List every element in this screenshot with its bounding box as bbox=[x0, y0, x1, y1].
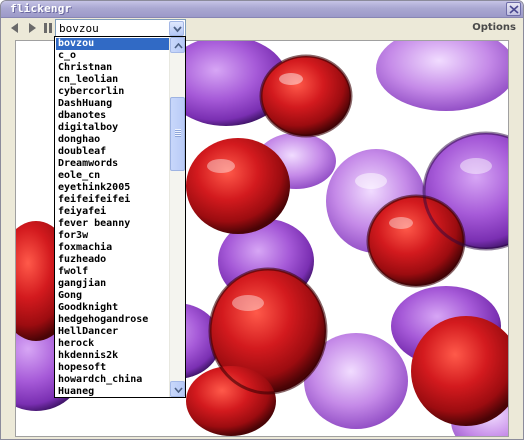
user-list-item[interactable]: eyethink2005 bbox=[56, 182, 170, 194]
user-list-item[interactable]: bovzou bbox=[56, 38, 170, 50]
user-list-item[interactable]: hedgehogandrose bbox=[56, 314, 170, 326]
red-marble bbox=[186, 138, 290, 234]
user-list-item[interactable]: for3w bbox=[56, 230, 170, 242]
marble-highlight bbox=[389, 217, 413, 229]
user-list-item[interactable]: eole_cn bbox=[56, 170, 170, 182]
chevron-down-icon bbox=[173, 26, 182, 33]
app-window: flickengr bovzou Options bovzou c_o Chri… bbox=[0, 0, 524, 440]
user-list-item[interactable]: cn_leolian bbox=[56, 74, 170, 86]
chevron-down-icon bbox=[174, 387, 183, 393]
options-menu[interactable]: Options bbox=[472, 22, 516, 33]
user-list-item[interactable]: Huaneg bbox=[56, 386, 170, 397]
user-list-item[interactable]: donghao bbox=[56, 134, 170, 146]
marble-highlight bbox=[279, 73, 303, 85]
scroll-thumb[interactable] bbox=[170, 97, 185, 171]
user-list-item[interactable]: doubleaf bbox=[56, 146, 170, 158]
user-list-item[interactable]: HellDancer bbox=[56, 326, 170, 338]
user-list-item[interactable]: cybercorlin bbox=[56, 86, 170, 98]
left-triangle-icon bbox=[11, 23, 18, 33]
user-list-item[interactable]: foxmachia bbox=[56, 242, 170, 254]
window-title: flickengr bbox=[10, 2, 72, 15]
previous-button[interactable] bbox=[9, 22, 21, 34]
marble-highlight bbox=[355, 173, 387, 189]
marble-highlight bbox=[232, 295, 264, 311]
scroll-grip bbox=[175, 129, 181, 137]
close-icon bbox=[509, 5, 519, 14]
pause-icon bbox=[44, 23, 52, 33]
user-list-item[interactable]: DashHuang bbox=[56, 98, 170, 110]
scroll-up-button[interactable] bbox=[170, 37, 185, 53]
user-list-item[interactable]: howardch_china bbox=[56, 374, 170, 386]
user-list-item[interactable]: hkdennis2k bbox=[56, 350, 170, 362]
user-list-item[interactable]: dbanotes bbox=[56, 110, 170, 122]
chevron-up-icon bbox=[174, 43, 183, 49]
user-list-item[interactable]: digitalboy bbox=[56, 122, 170, 134]
user-list-item[interactable]: Gong bbox=[56, 290, 170, 302]
user-list-item[interactable]: herock bbox=[56, 338, 170, 350]
scroll-down-button[interactable] bbox=[170, 381, 185, 397]
user-list-item[interactable]: fwolf bbox=[56, 266, 170, 278]
user-dropdown-list[interactable]: bovzou c_o Christnan cn_leolian cybercorlin D… bbox=[54, 36, 186, 398]
right-triangle-icon bbox=[29, 23, 36, 33]
user-list-item[interactable]: hopesoft bbox=[56, 362, 170, 374]
user-list-item[interactable]: feifeifeifei bbox=[56, 194, 170, 206]
user-list-item[interactable]: gangjian bbox=[56, 278, 170, 290]
marble-highlight bbox=[460, 158, 492, 174]
list-scrollbar[interactable] bbox=[169, 37, 185, 397]
user-list-item[interactable]: Dreamwords bbox=[56, 158, 170, 170]
user-list-item[interactable]: Christnan bbox=[56, 62, 170, 74]
user-select-dropdown-button[interactable] bbox=[169, 21, 184, 36]
user-list-item[interactable]: c_o bbox=[56, 50, 170, 62]
pause-button[interactable] bbox=[42, 22, 54, 34]
user-list-item[interactable]: feiyafei bbox=[56, 206, 170, 218]
user-list-item[interactable]: fever beanny bbox=[56, 218, 170, 230]
user-list: bovzou c_o Christnan cn_leolian cybercorlin D… bbox=[56, 38, 170, 397]
user-select-value: bovzou bbox=[59, 22, 99, 35]
marble-highlight bbox=[207, 159, 235, 173]
user-list-item[interactable]: fuzheado bbox=[56, 254, 170, 266]
next-button[interactable] bbox=[26, 22, 38, 34]
title-bar[interactable]: flickengr bbox=[1, 1, 523, 18]
close-button[interactable] bbox=[506, 2, 521, 16]
red-marble bbox=[186, 366, 276, 436]
user-list-item[interactable]: Goodknight bbox=[56, 302, 170, 314]
